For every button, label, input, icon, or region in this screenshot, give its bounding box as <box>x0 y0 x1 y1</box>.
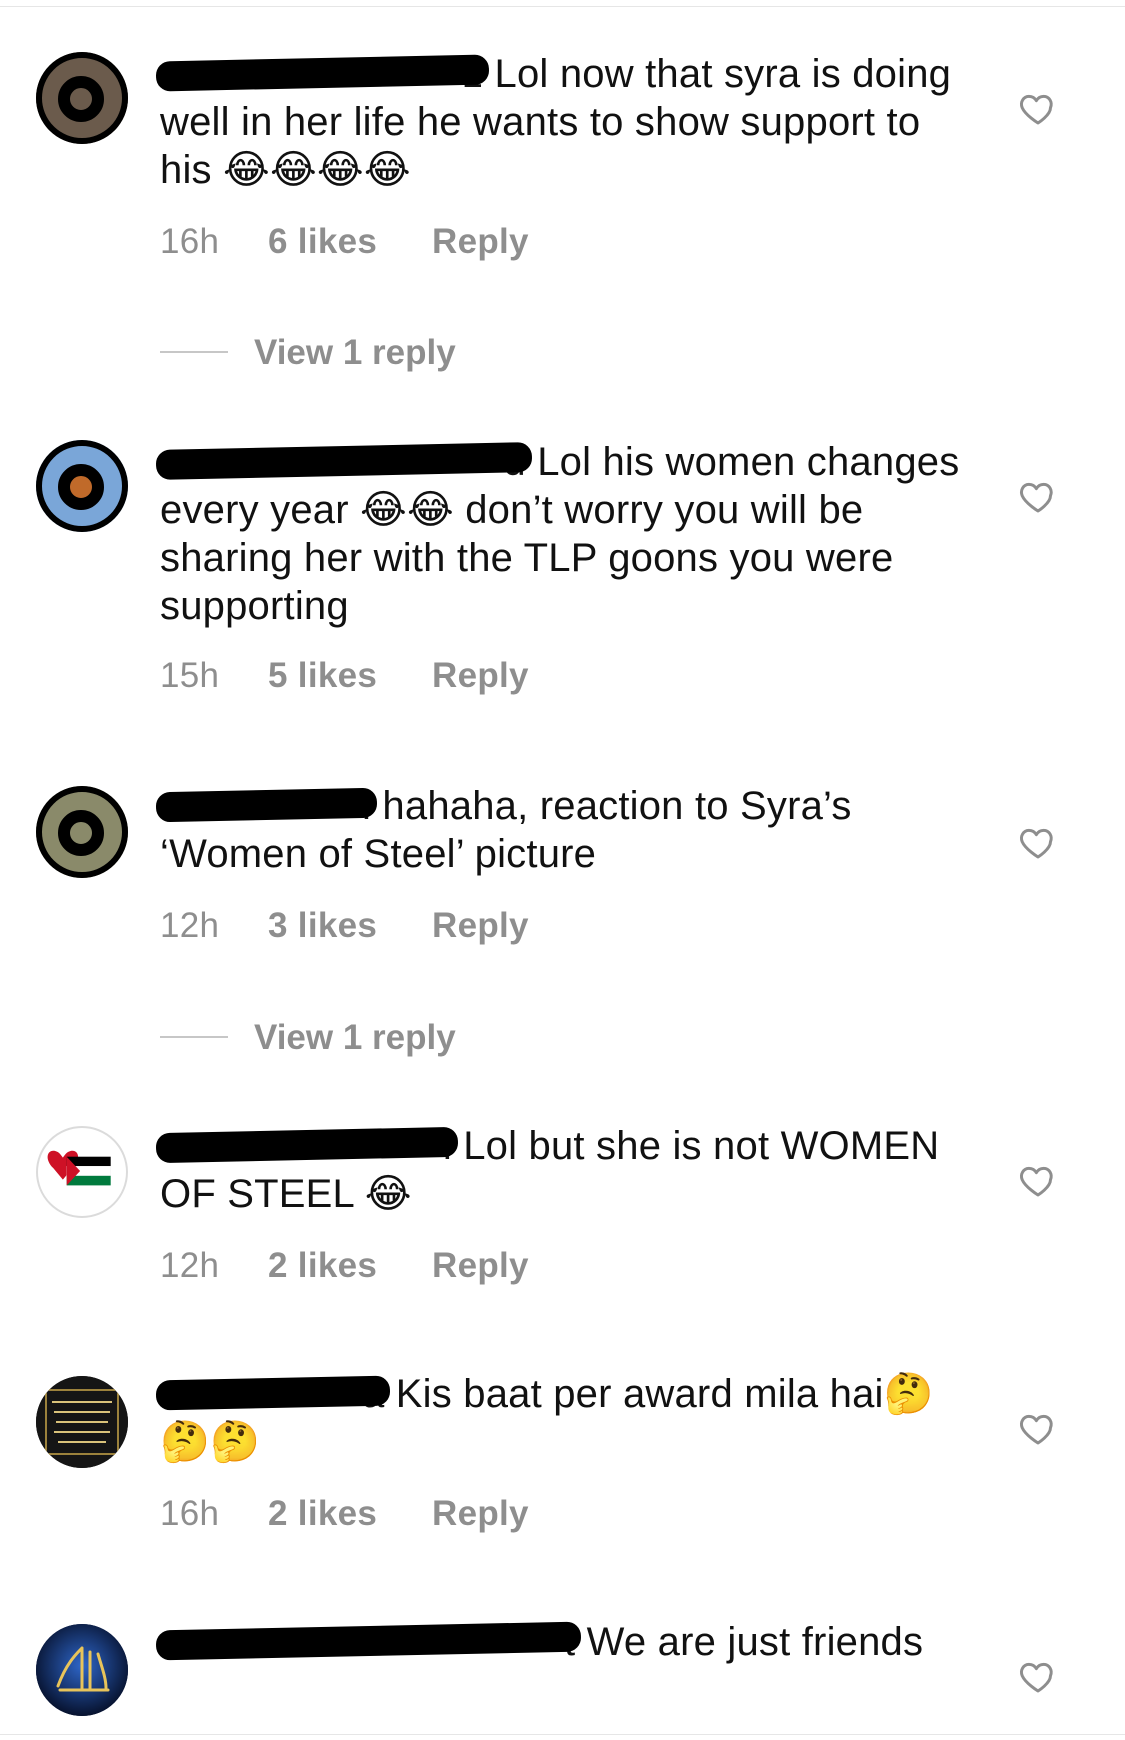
allahu-akbar-calligraphy-icon <box>36 1624 128 1716</box>
username[interactable]: xxxxxxxxxxa <box>155 1370 391 1418</box>
comment-text-block: xxxxxxxxxxa Kis baat per award mila hai🤔… <box>155 1370 960 1466</box>
reply-button[interactable]: Reply <box>432 906 529 946</box>
reply-button[interactable]: Reply <box>432 656 529 696</box>
avatar[interactable] <box>36 1376 128 1468</box>
bottom-divider <box>0 1734 1125 1735</box>
redaction-scribble-icon <box>58 464 104 510</box>
view-replies-label[interactable]: View 1 reply <box>254 333 456 372</box>
reply-button[interactable]: Reply <box>432 1246 529 1286</box>
comment-text-block: xxxxxxxxxxi hahaha, reaction to Syra’s ‘… <box>155 782 960 878</box>
like-heart-icon[interactable] <box>1018 1160 1058 1200</box>
divider-dash <box>160 350 228 353</box>
palestine-flag-heart-icon <box>47 1150 111 1186</box>
avatar[interactable] <box>36 52 128 144</box>
username[interactable]: xxxxxxxxxxxxxxxxxxxxt <box>155 1618 582 1666</box>
reply-button[interactable]: Reply <box>432 222 529 262</box>
like-heart-icon[interactable] <box>1018 476 1058 516</box>
redaction-bar <box>155 54 490 92</box>
avatar[interactable] <box>36 786 128 878</box>
comment-time: 16h <box>160 222 220 261</box>
comment-meta: 12h 2 likes Reply <box>160 1246 529 1286</box>
divider-dash <box>160 1035 228 1038</box>
reply-button[interactable]: Reply <box>432 1494 529 1534</box>
view-replies-link[interactable]: View 1 reply <box>160 1018 456 1058</box>
comment-time: 15h <box>160 656 220 695</box>
comment-meta: 16h 2 likes Reply <box>160 1494 529 1534</box>
likes-count[interactable]: 3 likes <box>268 906 432 946</box>
redaction-bar <box>155 1375 391 1411</box>
likes-count[interactable]: 6 likes <box>268 222 432 262</box>
redaction-bar <box>155 1126 459 1164</box>
comment-time: 12h <box>160 1246 220 1285</box>
like-heart-icon[interactable] <box>1018 1656 1058 1696</box>
comment-time: 16h <box>160 1494 220 1533</box>
comment-meta: 16h 6 likes Reply <box>160 222 529 262</box>
comment-text-block: xxxxxxxxxxxxxxl Lol but she is not WOMEN… <box>155 1122 960 1218</box>
view-replies-link[interactable]: View 1 reply <box>160 333 456 373</box>
comment-text-block: xxxxxxxxxxxxxxxxxxxxt We are just friend… <box>155 1618 960 1666</box>
likes-count[interactable]: 2 likes <box>268 1246 432 1286</box>
arabic-calligraphy-icon <box>36 1376 128 1468</box>
username[interactable]: xxxxxxxxxxxxxxxz <box>155 50 490 98</box>
like-heart-icon[interactable] <box>1018 822 1058 862</box>
like-heart-icon[interactable] <box>1018 1408 1058 1448</box>
redaction-bar <box>155 787 378 823</box>
redaction-bar <box>155 1621 582 1661</box>
top-divider <box>0 6 1125 7</box>
comment-text: We are just friends <box>586 1620 924 1664</box>
view-replies-label[interactable]: View 1 reply <box>254 1018 456 1057</box>
likes-count[interactable]: 2 likes <box>268 1494 432 1534</box>
avatar[interactable] <box>36 1126 128 1218</box>
likes-count[interactable]: 5 likes <box>268 656 432 696</box>
comment-time: 12h <box>160 906 220 945</box>
redaction-scribble-icon <box>58 810 104 856</box>
comment-text-block: xxxxxxxxxxxxxxxxxd Lol his women changes… <box>155 438 960 630</box>
redaction-scribble-icon <box>58 76 104 122</box>
redaction-bar <box>155 442 533 480</box>
avatar[interactable] <box>36 1624 128 1716</box>
like-heart-icon[interactable] <box>1018 88 1058 128</box>
username[interactable]: xxxxxxxxxxxxxxl <box>155 1122 459 1170</box>
avatar[interactable] <box>36 440 128 532</box>
comment-text-block: xxxxxxxxxxxxxxxz Lol now that syra is do… <box>155 50 960 194</box>
username[interactable]: xxxxxxxxxxi <box>155 782 378 830</box>
username[interactable]: xxxxxxxxxxxxxxxxxd <box>155 438 533 486</box>
comment-meta: 15h 5 likes Reply <box>160 656 529 696</box>
comment-meta: 12h 3 likes Reply <box>160 906 529 946</box>
